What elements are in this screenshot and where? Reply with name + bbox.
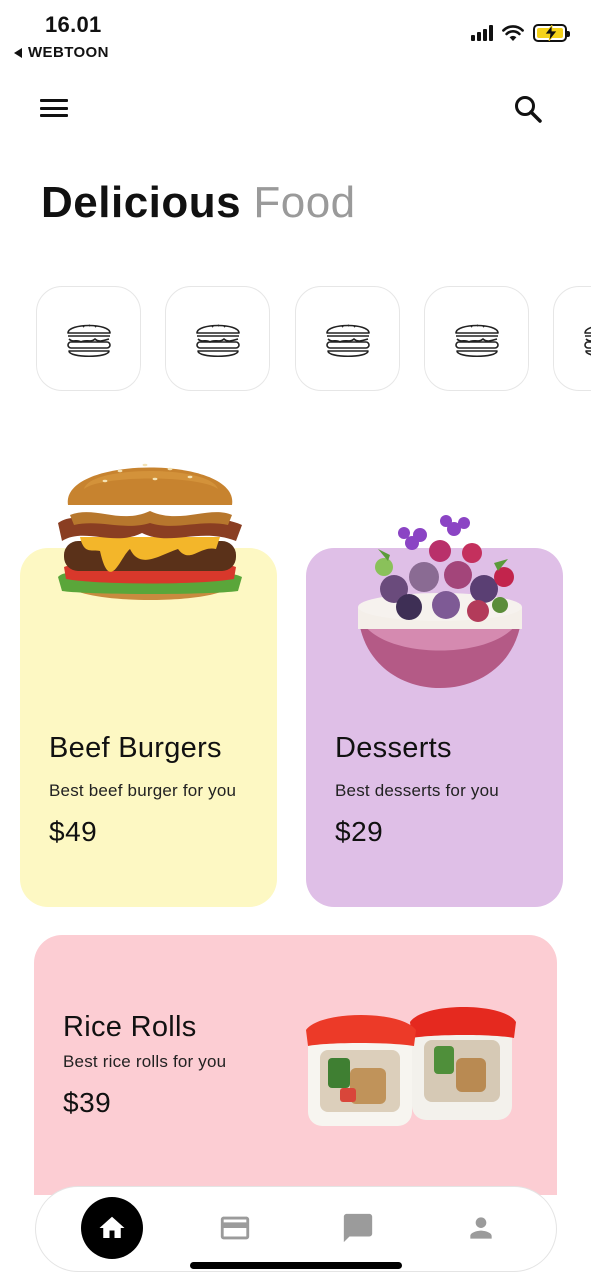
burger-icon <box>454 323 499 357</box>
card-title: Rice Rolls <box>63 1011 197 1043</box>
wifi-icon <box>502 25 524 41</box>
chat-icon <box>343 1213 373 1243</box>
card-title: Beef Burgers <box>49 732 222 764</box>
status-icons <box>471 24 570 42</box>
category-chip[interactable] <box>165 286 270 391</box>
category-chip[interactable] <box>295 286 400 391</box>
page-title-bold: Delicious <box>41 178 242 227</box>
page-title: Delicious Food <box>41 178 356 228</box>
home-indicator <box>190 1262 402 1269</box>
menu-button[interactable] <box>40 96 68 120</box>
burger-icon <box>195 323 240 357</box>
card-description: Best beef burger for you <box>49 781 237 800</box>
bottom-navigation <box>35 1186 557 1272</box>
profile-icon <box>470 1217 492 1239</box>
burger-icon <box>66 323 111 357</box>
search-icon[interactable] <box>512 93 544 125</box>
burger-image <box>58 463 242 600</box>
burger-icon <box>583 326 591 356</box>
back-app-label: WEBTOON <box>28 44 109 61</box>
card-price: $49 <box>49 816 98 847</box>
back-to-app-link[interactable]: WEBTOON <box>14 44 109 61</box>
category-chip[interactable] <box>36 286 141 391</box>
category-chip[interactable] <box>553 286 591 391</box>
category-list <box>36 286 591 392</box>
back-arrow-icon <box>14 47 22 58</box>
status-time: 16.01 <box>45 12 102 37</box>
rice-rolls-image <box>306 1007 516 1126</box>
battery-icon <box>533 24 570 42</box>
burger-icon <box>325 323 370 357</box>
card-description: Best rice rolls for you <box>63 1052 227 1071</box>
home-icon <box>99 1216 125 1238</box>
card-price: $29 <box>335 816 384 847</box>
nav-home-button[interactable] <box>81 1197 143 1259</box>
card-description: Best desserts for you <box>335 781 499 800</box>
cellular-signal-icon <box>471 25 493 41</box>
hamburger-menu-icon <box>40 99 68 102</box>
nav-chat-button[interactable] <box>327 1197 389 1259</box>
card-price: $39 <box>63 1087 112 1118</box>
nav-card-button[interactable] <box>204 1197 266 1259</box>
card-title: Desserts <box>335 732 452 764</box>
page-title-light: Food <box>253 178 356 227</box>
nav-profile-button[interactable] <box>450 1197 512 1259</box>
category-chip[interactable] <box>424 286 529 391</box>
card-icon <box>220 1216 250 1240</box>
dessert-image <box>358 515 522 688</box>
